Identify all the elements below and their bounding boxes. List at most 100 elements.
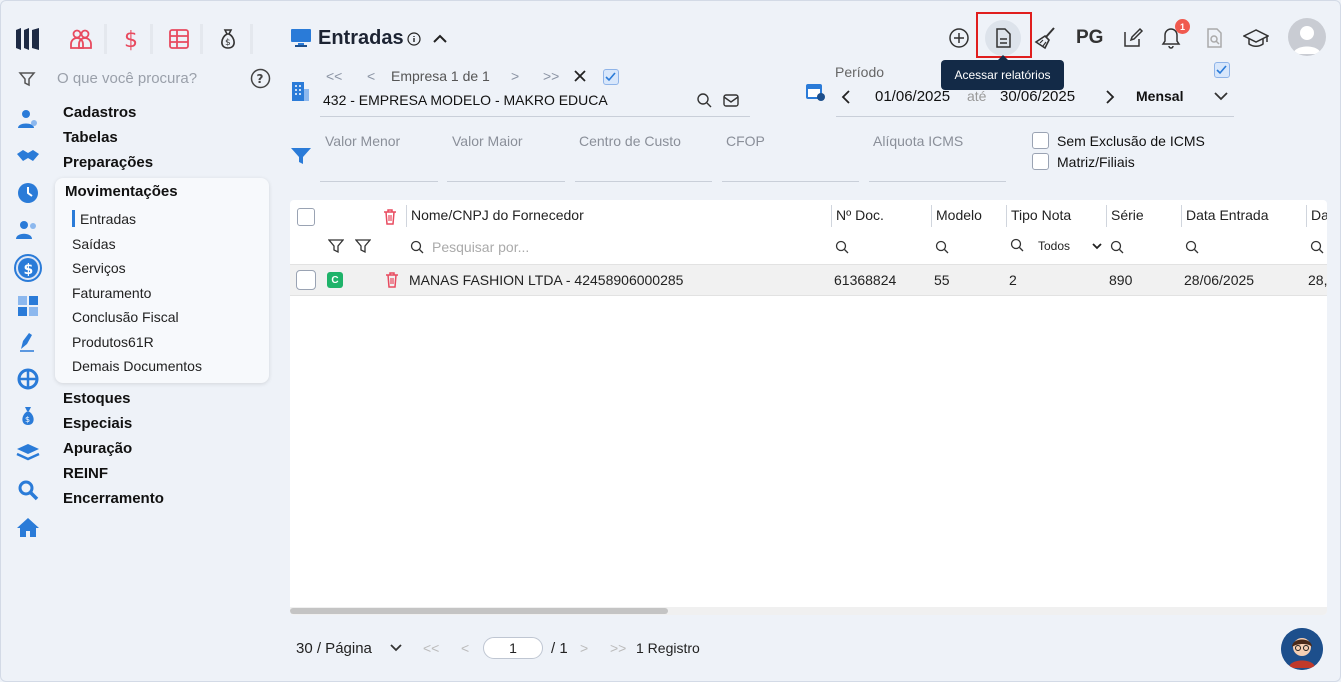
close-icon[interactable] bbox=[574, 70, 586, 82]
pg-button[interactable]: PG bbox=[1076, 27, 1103, 49]
row-checkbox[interactable] bbox=[296, 270, 316, 290]
cadastros-icon[interactable] bbox=[14, 106, 42, 132]
add-icon[interactable] bbox=[943, 22, 975, 54]
info-icon[interactable] bbox=[407, 32, 421, 46]
col-data-extra[interactable]: Da bbox=[1311, 207, 1327, 223]
assistant-avatar[interactable] bbox=[1281, 628, 1323, 670]
money-bag-icon[interactable]: $ bbox=[214, 26, 242, 52]
clock-icon[interactable] bbox=[14, 180, 42, 206]
company-checkbox[interactable] bbox=[603, 69, 619, 85]
search-icon[interactable] bbox=[1010, 238, 1024, 252]
search-icon[interactable] bbox=[410, 240, 424, 254]
period-mode-select[interactable]: Mensal bbox=[1136, 88, 1183, 104]
funnel-icon[interactable] bbox=[290, 146, 312, 166]
trash-icon[interactable] bbox=[383, 208, 397, 225]
menu-apuracao[interactable]: Apuração bbox=[63, 440, 132, 457]
filter-valor-menor[interactable]: Valor Menor bbox=[325, 133, 400, 149]
menu-estoques[interactable]: Estoques bbox=[63, 390, 131, 407]
next-page-icon[interactable]: > bbox=[511, 68, 519, 84]
next-page-icon[interactable]: > bbox=[580, 640, 588, 656]
filter-aliquota-icms[interactable]: Alíquota ICMS bbox=[873, 133, 963, 149]
menu-preparacoes[interactable]: Preparações bbox=[63, 154, 153, 171]
first-page-icon[interactable]: << bbox=[326, 68, 342, 84]
submenu-item-demais-documentos[interactable]: Demais Documentos bbox=[72, 358, 202, 374]
dollar-icon[interactable]: $ bbox=[116, 26, 144, 52]
filter-icon[interactable] bbox=[18, 70, 36, 88]
handshake-icon[interactable] bbox=[14, 143, 42, 169]
users-icon[interactable] bbox=[14, 217, 42, 243]
period-end[interactable]: 30/06/2025 bbox=[1000, 88, 1075, 105]
period-prev-icon[interactable] bbox=[840, 89, 852, 105]
filter-centro-custo[interactable]: Centro de Custo bbox=[579, 133, 681, 149]
filter-valor-maior[interactable]: Valor Maior bbox=[452, 133, 523, 149]
spreadsheet-icon[interactable] bbox=[165, 26, 193, 52]
mail-icon[interactable] bbox=[722, 92, 740, 108]
menu-movimentacoes[interactable]: Movimentações bbox=[65, 183, 178, 200]
period-start[interactable]: 01/06/2025 bbox=[875, 88, 950, 105]
search-icon[interactable] bbox=[1185, 240, 1199, 254]
sem-exclusao-checkbox[interactable] bbox=[1032, 132, 1049, 149]
submenu-item-servicos[interactable]: Serviços bbox=[72, 260, 126, 276]
graduation-cap-icon[interactable] bbox=[1240, 22, 1272, 54]
last-page-icon[interactable]: >> bbox=[543, 68, 559, 84]
col-serie[interactable]: Série bbox=[1111, 207, 1144, 223]
menu-reinf[interactable]: REINF bbox=[63, 465, 108, 482]
home-icon[interactable] bbox=[14, 514, 42, 540]
edit-icon[interactable] bbox=[1117, 22, 1149, 54]
user-avatar[interactable] bbox=[1288, 18, 1326, 56]
col-num-doc[interactable]: Nº Doc. bbox=[836, 207, 884, 223]
search-icon[interactable] bbox=[835, 240, 849, 254]
money-bag-icon[interactable]: $ bbox=[14, 403, 42, 429]
search-icon[interactable] bbox=[1310, 240, 1324, 254]
calculator-icon[interactable] bbox=[14, 293, 42, 319]
search-icon[interactable] bbox=[14, 477, 42, 503]
per-page-select[interactable]: 30 / Página bbox=[296, 640, 372, 657]
col-fornecedor[interactable]: Nome/CNPJ do Fornecedor bbox=[411, 207, 584, 223]
help-icon[interactable]: ? bbox=[250, 68, 271, 89]
company-name[interactable]: 432 - EMPRESA MODELO - MAKRO EDUCA bbox=[323, 92, 608, 108]
select-all-checkbox[interactable] bbox=[297, 208, 315, 226]
chevron-down-icon[interactable] bbox=[389, 643, 403, 653]
col-data-entrada[interactable]: Data Entrada bbox=[1186, 207, 1269, 223]
chevron-up-icon[interactable] bbox=[432, 31, 448, 45]
filter-cfop[interactable]: CFOP bbox=[726, 133, 765, 149]
filter-clear-icon[interactable] bbox=[355, 238, 371, 254]
trash-icon[interactable] bbox=[385, 271, 399, 288]
horizontal-scrollbar[interactable] bbox=[290, 607, 1327, 615]
submenu-item-entradas[interactable]: Entradas bbox=[80, 211, 136, 227]
submenu-item-conclusao-fiscal[interactable]: Conclusão Fiscal bbox=[72, 309, 179, 325]
col-tipo-nota[interactable]: Tipo Nota bbox=[1011, 207, 1071, 223]
scroll-thumb[interactable] bbox=[290, 608, 668, 614]
chevron-down-icon[interactable] bbox=[1091, 242, 1103, 252]
pen-icon[interactable] bbox=[14, 329, 42, 355]
search-icon[interactable] bbox=[935, 240, 949, 254]
broom-icon[interactable] bbox=[1030, 22, 1062, 54]
menu-search-input[interactable]: O que você procura? bbox=[57, 70, 197, 87]
first-page-icon[interactable]: << bbox=[423, 640, 439, 656]
last-page-icon[interactable]: >> bbox=[610, 640, 626, 656]
chevron-down-icon[interactable] bbox=[1213, 90, 1229, 102]
period-next-icon[interactable] bbox=[1104, 89, 1116, 105]
app-logo[interactable] bbox=[14, 26, 42, 52]
period-checkbox[interactable] bbox=[1214, 62, 1230, 78]
col-modelo[interactable]: Modelo bbox=[936, 207, 982, 223]
submenu-item-faturamento[interactable]: Faturamento bbox=[72, 285, 151, 301]
fornecedor-search-input[interactable]: Pesquisar por... bbox=[432, 239, 529, 255]
prev-page-icon[interactable]: < bbox=[367, 68, 375, 84]
finance-icon[interactable]: $ bbox=[14, 254, 42, 282]
filter-icon[interactable] bbox=[328, 238, 344, 254]
tipo-nota-select[interactable]: Todos bbox=[1038, 239, 1070, 253]
prev-page-icon[interactable]: < bbox=[461, 640, 469, 656]
layers-icon[interactable] bbox=[14, 440, 42, 466]
menu-encerramento[interactable]: Encerramento bbox=[63, 490, 164, 507]
document-search-icon[interactable] bbox=[1198, 22, 1230, 54]
menu-tabelas[interactable]: Tabelas bbox=[63, 129, 118, 146]
submenu-item-produtos61r[interactable]: Produtos61R bbox=[72, 334, 154, 350]
matriz-filiais-checkbox[interactable] bbox=[1032, 153, 1049, 170]
menu-cadastros[interactable]: Cadastros bbox=[63, 104, 136, 121]
menu-especiais[interactable]: Especiais bbox=[63, 415, 132, 432]
search-icon[interactable] bbox=[696, 92, 712, 108]
submenu-item-saidas[interactable]: Saídas bbox=[72, 236, 116, 252]
people-icon[interactable] bbox=[67, 26, 95, 52]
table-row[interactable]: C MANAS FASHION LTDA - 42458906000285 61… bbox=[290, 264, 1327, 296]
